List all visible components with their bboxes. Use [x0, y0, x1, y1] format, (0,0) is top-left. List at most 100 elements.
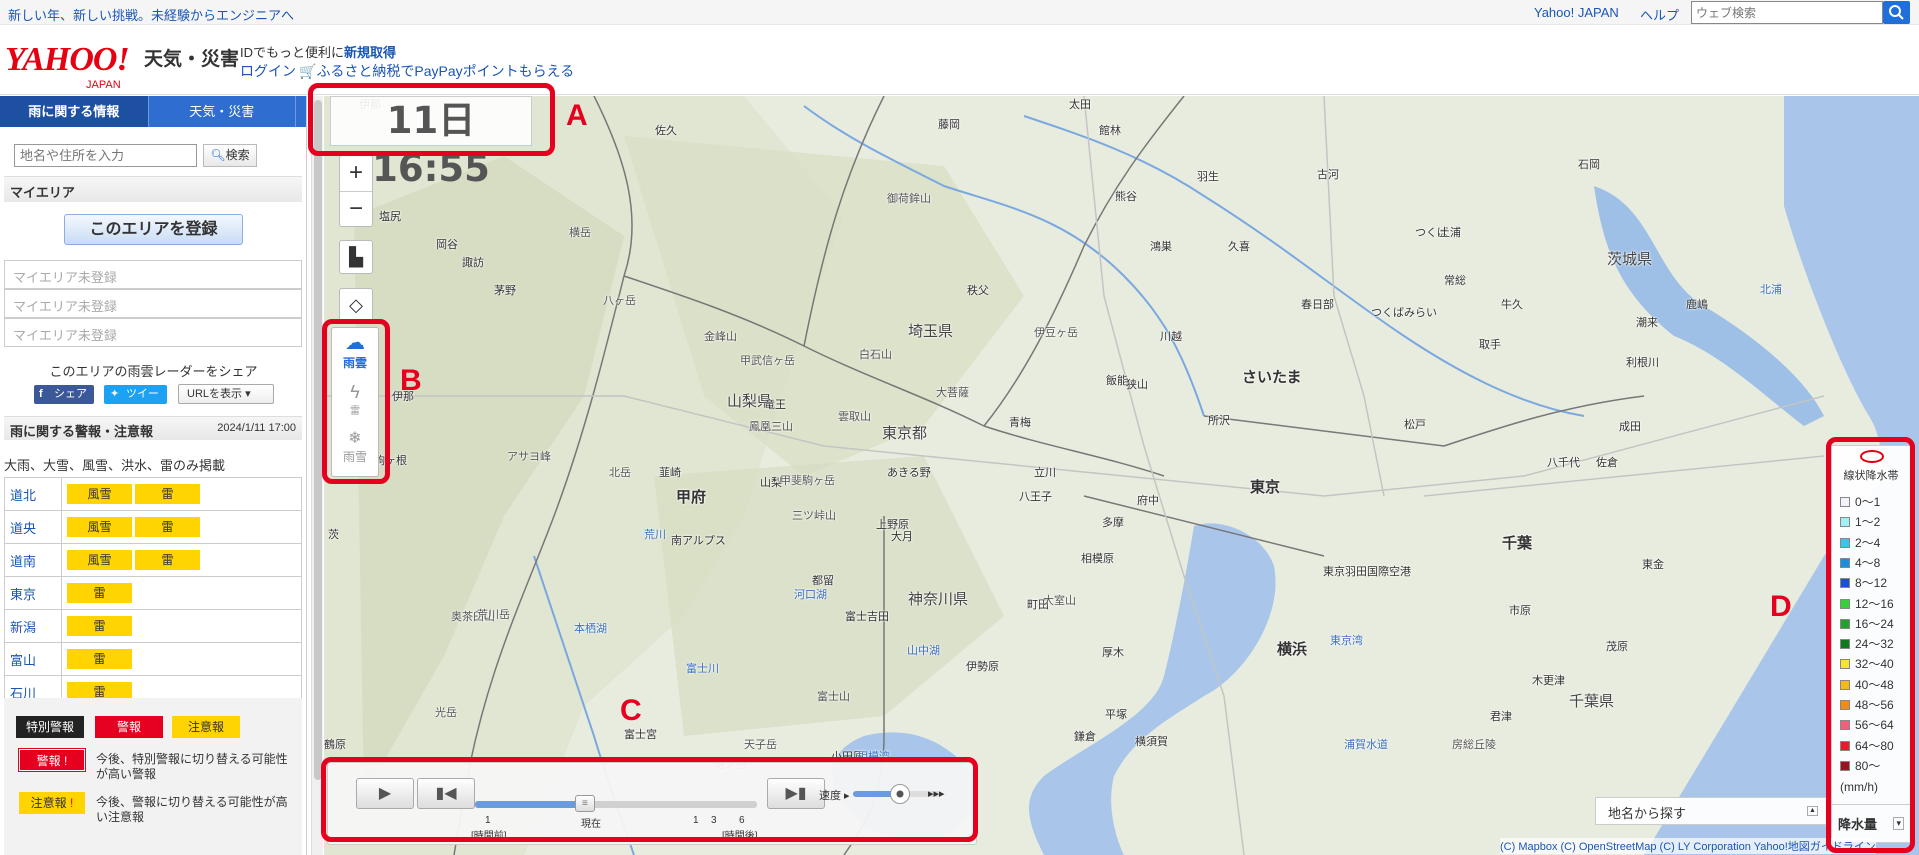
- map-place-label: 飯能: [1106, 375, 1128, 387]
- map-place-label: 松戸: [1404, 419, 1426, 431]
- map-place-label: 東京: [1250, 479, 1281, 496]
- myarea-slot[interactable]: マイエリア未登録: [4, 289, 302, 318]
- warning-tag: 雷: [67, 583, 132, 603]
- map-place-label: 御荷鉾山: [887, 193, 931, 205]
- map-place-label: 鎌倉: [1074, 731, 1096, 743]
- warning-region[interactable]: 道北: [4, 477, 62, 511]
- promo-link[interactable]: 新しい年、新しい挑戦。未経験からエンジニアへ: [8, 5, 294, 24]
- sidebar-tabs: 雨に関する情報 天気・災害: [0, 96, 306, 127]
- zoom-control: + −: [339, 155, 373, 227]
- warning-tags: 風雪雷: [61, 477, 302, 511]
- map-place-label: 甲武信ヶ岳: [740, 355, 795, 367]
- warning-region[interactable]: 東京: [4, 576, 62, 610]
- map-place-label: 天子岳: [744, 739, 777, 751]
- furusato-link[interactable]: 🛒ふるさと納税でPayPayポイントもらえる: [299, 61, 574, 81]
- warning-row[interactable]: 東京雷: [4, 576, 302, 610]
- warning-row[interactable]: 富山雷: [4, 642, 302, 676]
- service-title[interactable]: 天気・災害: [144, 44, 239, 71]
- myarea-slot[interactable]: マイエリア未登録: [4, 260, 302, 289]
- legend-advisory-note: 今後、警報に切り替える可能性が高い注意報: [96, 795, 288, 824]
- map-place-label: 太田: [1069, 99, 1091, 111]
- search-icon: 🔍︎: [210, 148, 226, 162]
- annotation-label-a: A: [566, 99, 588, 132]
- annotation-box-a: [308, 83, 555, 156]
- facebook-icon: f: [39, 388, 43, 400]
- map-place-label: 狭山: [1126, 379, 1148, 391]
- signup-link[interactable]: 新規取得: [344, 45, 396, 60]
- map-place-label: 東京湾: [1330, 635, 1363, 647]
- rain-radar-map[interactable]: 佐久 藤岡 太田 館林 古河 石岡 御荷鉾山 熊谷 羽生 塩尻 岡谷 諏訪 横岳 鴻巣 久喜 つくば 土浦 茨城県…: [324, 96, 1919, 855]
- warning-region[interactable]: 富山: [4, 642, 62, 676]
- myarea-heading: マイエリア: [4, 176, 302, 202]
- map-place-label: 鳳凰三山: [749, 421, 793, 433]
- map-place-label: 横須賀: [1135, 736, 1168, 748]
- map-place-label: 荒川岳: [477, 609, 510, 621]
- warnings-date: 2024/1/11 17:00: [217, 422, 296, 434]
- map-place-label: 山中湖: [907, 645, 940, 657]
- map-place-label: 山梨: [760, 477, 782, 489]
- map-place-label: 八ヶ岳: [603, 295, 636, 307]
- login-link[interactable]: ログイン: [240, 61, 296, 81]
- map-place-label: 市原: [1509, 605, 1531, 617]
- map-place-label: 埼玉県: [908, 323, 954, 340]
- warning-tag: 雷: [67, 649, 132, 669]
- warning-row[interactable]: 道央 風雪雷: [4, 510, 302, 544]
- map-place-label: 茨: [328, 529, 339, 541]
- warning-region[interactable]: 新潟: [4, 609, 62, 643]
- map-place-label: 甲府: [676, 489, 707, 506]
- warning-region[interactable]: 道南: [4, 543, 62, 577]
- location-search-input[interactable]: [14, 144, 197, 167]
- map-place-label: 佐倉: [1596, 457, 1618, 469]
- map-place-label: 石岡: [1578, 159, 1600, 171]
- map-place-label: 韮崎: [659, 467, 681, 479]
- map-place-label: 竜王: [764, 399, 786, 411]
- facebook-share-button[interactable]: f シェア: [34, 385, 94, 404]
- map-place-label: 藤岡: [938, 119, 960, 131]
- place-search-button[interactable]: 地名から探す ▲: [1595, 797, 1827, 825]
- web-search-input[interactable]: [1691, 1, 1883, 24]
- zoom-in-button[interactable]: +: [340, 156, 372, 191]
- warnings-note: 大雨、大雪、風雪、洪水、雷のみ掲載: [4, 458, 226, 473]
- warning-row[interactable]: 新潟雷: [4, 609, 302, 643]
- twitter-share-button[interactable]: ✦ ツイート: [104, 385, 167, 419]
- show-url-button[interactable]: URLを表示 ▾: [178, 384, 274, 404]
- layers-button[interactable]: ◇: [339, 288, 373, 322]
- tab-more[interactable]: [295, 96, 306, 127]
- map-place-label: 平塚: [1105, 709, 1127, 721]
- map-place-label: 伊勢原: [966, 661, 999, 673]
- warning-tags: 雷: [61, 576, 302, 610]
- myarea-slot[interactable]: マイエリア未登録: [4, 318, 302, 347]
- warning-row[interactable]: 道北 風雪雷: [4, 477, 302, 511]
- warning-tag: 雷: [135, 517, 200, 537]
- map-place-label: 金峰山: [704, 331, 737, 343]
- share-title: このエリアの雨雲レーダーをシェア: [49, 364, 258, 379]
- help-link[interactable]: ヘルプ: [1640, 5, 1679, 24]
- site-header: YAHOO! JAPAN 天気・災害 IDでもっと便利に新規取得 ログイン 🛒ふ…: [0, 25, 1919, 95]
- yahoo-japan-link[interactable]: Yahoo! JAPAN: [1534, 5, 1619, 20]
- map-credits[interactable]: (C) Mapbox (C) OpenStreetMap (C) LY Corp…: [1500, 838, 1876, 854]
- search-icon: [1889, 5, 1904, 20]
- scrollbar-thumb[interactable]: [314, 100, 322, 780]
- tab-rain-info[interactable]: 雨に関する情報: [0, 96, 148, 127]
- zoom-out-button[interactable]: −: [340, 191, 372, 226]
- map-place-label: 久喜: [1228, 241, 1250, 253]
- warning-row[interactable]: 道南 風雪雷: [4, 543, 302, 577]
- warning-tags: 風雪雷: [61, 543, 302, 577]
- register-area-button[interactable]: このエリアを登録: [64, 214, 243, 245]
- location-search-button[interactable]: 🔍︎検索: [203, 144, 257, 167]
- warnings-table: 道北 風雪雷道央 風雪雷道南 風雪雷東京雷新潟雷富山雷石川雷: [4, 477, 302, 709]
- map-place-label: 塩尻: [379, 211, 401, 223]
- tab-weather[interactable]: 天気・災害: [147, 96, 296, 127]
- yahoo-logo[interactable]: YAHOO!: [5, 41, 130, 79]
- map-place-label: 東京羽田国際空港: [1323, 566, 1411, 578]
- map-place-label: アサヨ峰: [507, 451, 551, 463]
- legend-advisory-upgrade: 注意報 !: [19, 792, 85, 814]
- web-search-button[interactable]: [1883, 1, 1910, 24]
- annotation-label-d: D: [1770, 590, 1792, 623]
- locate-button[interactable]: ▙: [339, 240, 373, 274]
- map-place-label: 春日部: [1301, 299, 1334, 311]
- map-place-label: 房総丘陵: [1452, 739, 1496, 751]
- warning-tags: 雷: [61, 642, 302, 676]
- map-place-label: 成田: [1619, 421, 1641, 433]
- warning-region[interactable]: 道央: [4, 510, 62, 544]
